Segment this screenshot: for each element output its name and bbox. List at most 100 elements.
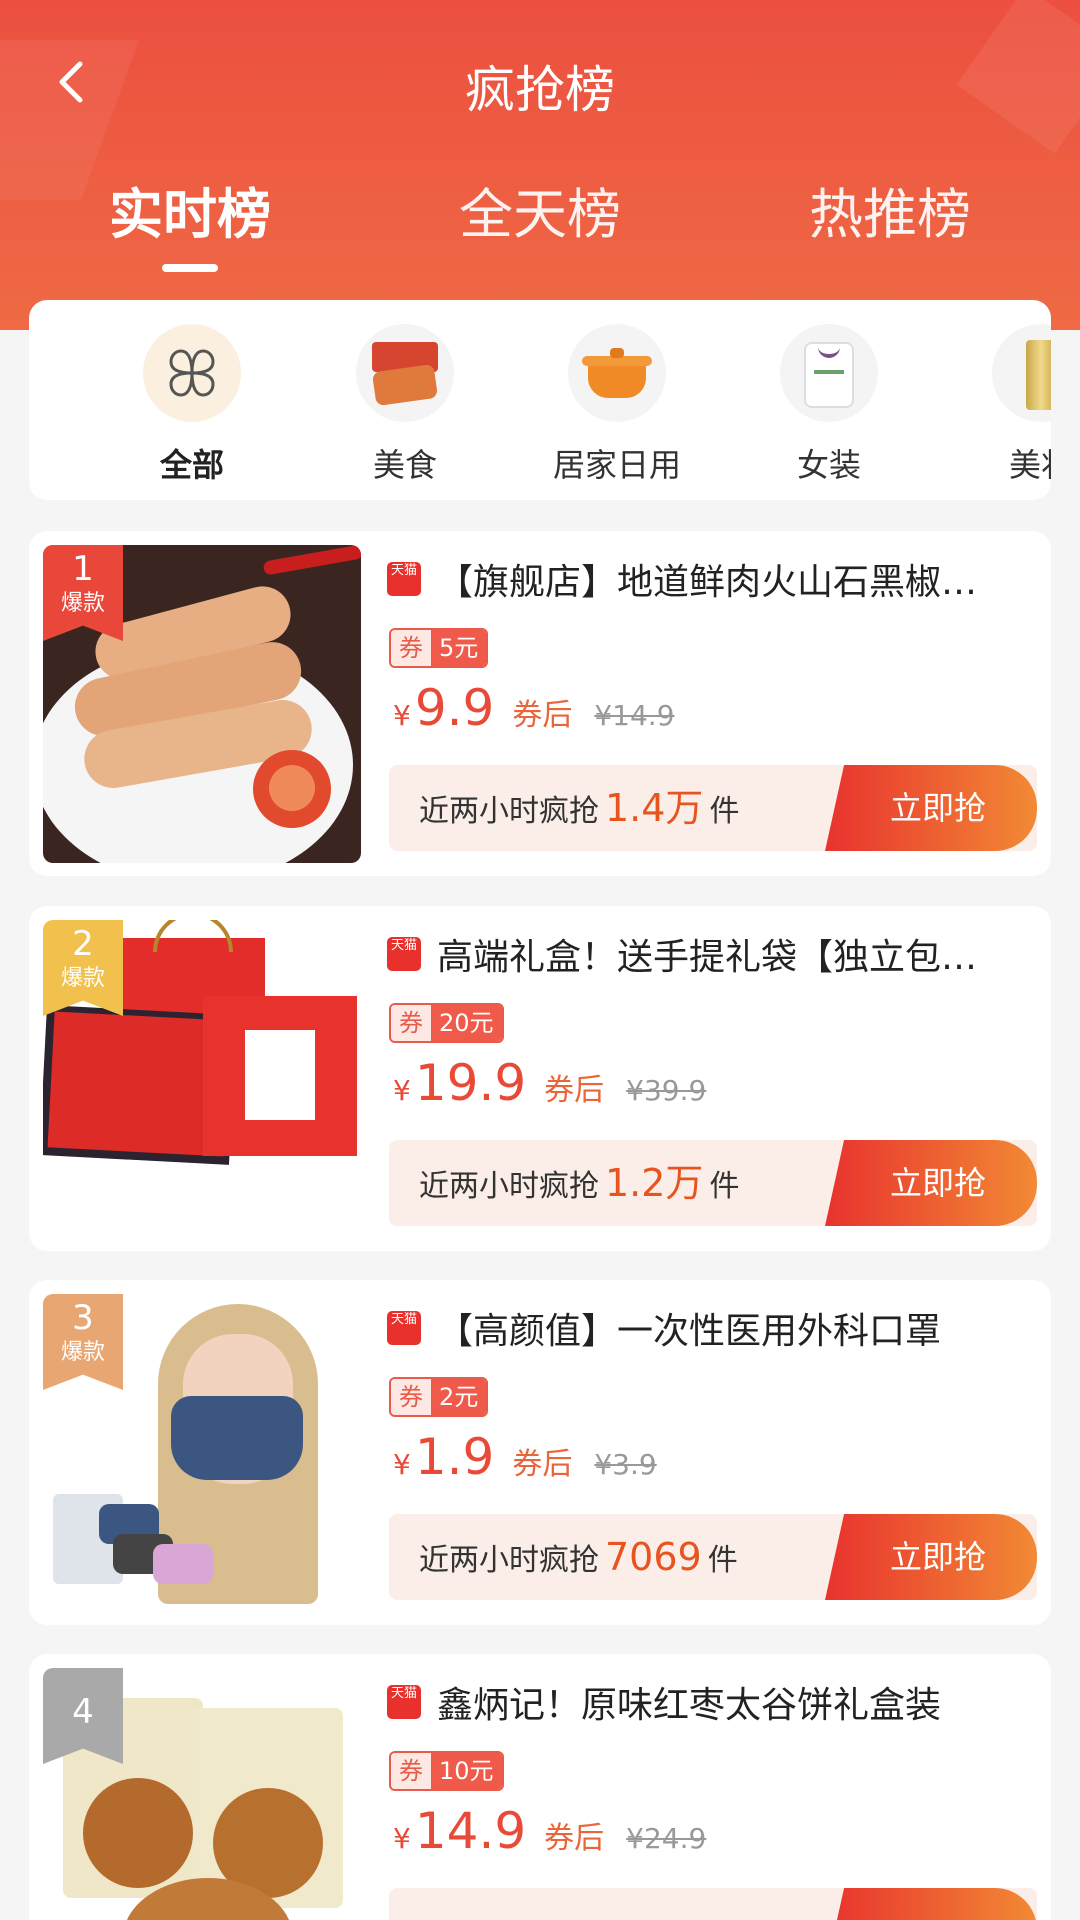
category-beauty[interactable]: 美妆 (941, 324, 1051, 486)
sales-bar: 近两小时疯抢 1.2万件 立即抢 (389, 1140, 1037, 1226)
sales-bar: 近两小时疯抢 1.4万件 立即抢 (389, 765, 1037, 851)
category-label: 美食 (372, 446, 437, 484)
tab-active-indicator (162, 264, 218, 272)
rank-number: 3 (72, 1298, 94, 1338)
product-image-face-mask[interactable]: 3 爆款 (43, 1294, 361, 1612)
coupon-label: 券 (391, 1379, 431, 1415)
price-row: ¥ 14.9 券后 ¥24.9 (393, 1802, 706, 1868)
rank-number: 2 (72, 924, 94, 964)
after-coupon-label: 券后 (512, 698, 573, 733)
sweater-icon (780, 324, 878, 422)
header-banner: 疯抢榜 实时榜 全天榜 热推榜 (0, 0, 1080, 330)
original-price: ¥39.9 (626, 1074, 707, 1107)
buy-now-button[interactable]: 立即抢 (825, 1514, 1037, 1600)
price-row: ¥ 19.9 券后 ¥39.9 (393, 1054, 706, 1120)
rank-badge: 2 爆款 (43, 920, 123, 1016)
sales-info: 近两小时疯抢 1.2万件 (419, 1140, 739, 1226)
tab-hot-recommend[interactable]: 热推榜 (740, 170, 1040, 249)
sales-info: 近两小时疯抢 1.4万件 (419, 765, 739, 851)
category-womens-clothing[interactable]: 女装 (729, 324, 929, 486)
tmall-badge-icon: 天猫 (387, 1685, 421, 1719)
product-card-3[interactable]: 3 爆款 天猫 【高颜值】一次性医用外科口罩 券 2元 ¥ 1.9 券后 ¥3.… (29, 1280, 1051, 1625)
original-price: ¥24.9 (626, 1822, 707, 1855)
product-image-gift-box[interactable]: 2 爆款 (43, 920, 361, 1238)
price-row: ¥ 9.9 券后 ¥14.9 (393, 679, 675, 745)
product-card-4[interactable]: 4 天猫 鑫炳记！原味红枣太谷饼礼盒装 券 10元 ¥ 14.9 券后 ¥24.… (29, 1654, 1051, 1920)
rank-tag: 爆款 (60, 966, 105, 991)
original-price: ¥3.9 (594, 1448, 657, 1481)
tab-realtime[interactable]: 实时榜 (40, 170, 340, 272)
product-title[interactable]: 【旗舰店】地道鲜肉火山石黑椒… (437, 553, 977, 605)
category-all[interactable]: 全部 (92, 324, 292, 486)
buy-now-button[interactable]: 立即抢 (825, 1140, 1037, 1226)
coupon-price: 14.9 (414, 1802, 527, 1860)
category-household[interactable]: 居家日用 (517, 324, 717, 486)
coupon-value: 5元 (431, 630, 487, 666)
product-title[interactable]: 【高颜值】一次性医用外科口罩 (437, 1302, 941, 1354)
coupon-label: 券 (391, 1753, 431, 1789)
coupon-price: 19.9 (414, 1054, 527, 1112)
currency-symbol: ¥ (393, 1074, 411, 1107)
rank-tag: 爆款 (60, 1340, 105, 1365)
coupon-value: 10元 (431, 1753, 502, 1789)
tab-label: 热推榜 (809, 183, 971, 246)
rank-badge: 1 爆款 (43, 545, 123, 641)
coupon-value: 20元 (431, 1005, 502, 1041)
original-price: ¥14.9 (594, 699, 675, 732)
coupon-badge: 券 5元 (389, 628, 489, 668)
product-title-row: 天猫 【旗舰店】地道鲜肉火山石黑椒… (387, 551, 1037, 607)
sales-prefix: 近两小时疯抢 (419, 1169, 599, 1204)
coupon-badge: 券 2元 (389, 1377, 489, 1417)
after-coupon-label: 券后 (544, 1821, 605, 1856)
category-food[interactable]: 美食 (305, 324, 505, 486)
coupon-label: 券 (391, 630, 431, 666)
sales-unit: 件 (709, 1169, 740, 1204)
product-title[interactable]: 高端礼盒！送手提礼袋【独立包… (437, 928, 977, 980)
after-coupon-label: 券后 (512, 1447, 573, 1482)
coupon-badge: 券 10元 (389, 1751, 504, 1791)
rank-number: 4 (72, 1692, 94, 1732)
sales-count: 1.4万 (605, 786, 704, 830)
sales-unit: 件 (709, 794, 740, 829)
currency-symbol: ¥ (393, 1448, 411, 1481)
sales-unit: 件 (707, 1543, 738, 1578)
rank-badge: 3 爆款 (43, 1294, 123, 1390)
pot-icon (568, 324, 666, 422)
category-label: 全部 (159, 446, 224, 484)
category-bar: 全部 美食 居家日用 女装 美妆 (29, 300, 1051, 500)
product-title-row: 天猫 鑫炳记！原味红枣太谷饼礼盒装 (387, 1674, 1037, 1730)
sales-count: 1.2万 (605, 1161, 704, 1205)
sales-info: 近两小时疯抢 7069 件 (419, 1514, 738, 1600)
category-label: 美妆 (1008, 446, 1051, 484)
tab-all-day[interactable]: 全天榜 (390, 170, 690, 249)
sales-bar (389, 1888, 1037, 1920)
rank-tag: 爆款 (60, 591, 105, 616)
coupon-price: 9.9 (414, 679, 495, 737)
buy-now-button[interactable]: 立即抢 (825, 765, 1037, 851)
buy-now-button[interactable] (825, 1888, 1037, 1920)
currency-symbol: ¥ (393, 1822, 411, 1855)
product-image-cake[interactable]: 4 (43, 1668, 361, 1920)
currency-symbol: ¥ (393, 699, 411, 732)
category-label: 居家日用 (552, 446, 681, 484)
food-icon (356, 324, 454, 422)
coupon-value: 2元 (431, 1379, 487, 1415)
product-image-sausage[interactable]: 1 爆款 (43, 545, 361, 863)
product-title-row: 天猫 高端礼盒！送手提礼袋【独立包… (387, 926, 1037, 982)
sales-prefix: 近两小时疯抢 (419, 1543, 599, 1578)
product-title-row: 天猫 【高颜值】一次性医用外科口罩 (387, 1300, 1037, 1356)
product-title[interactable]: 鑫炳记！原味红枣太谷饼礼盒装 (437, 1676, 941, 1728)
product-card-1[interactable]: 1 爆款 天猫 【旗舰店】地道鲜肉火山石黑椒… 券 5元 ¥ 9.9 券后 ¥1… (29, 531, 1051, 876)
tab-label: 全天榜 (459, 183, 621, 246)
rank-number: 1 (72, 549, 94, 589)
product-card-2[interactable]: 2 爆款 天猫 高端礼盒！送手提礼袋【独立包… 券 20元 ¥ 19.9 券后 … (29, 906, 1051, 1251)
tmall-badge-icon: 天猫 (387, 937, 421, 971)
tmall-badge-icon: 天猫 (387, 1311, 421, 1345)
coupon-price: 1.9 (414, 1428, 495, 1486)
category-label: 女装 (796, 446, 861, 484)
coupon-label: 券 (391, 1005, 431, 1041)
tab-label: 实时榜 (109, 183, 271, 246)
coupon-badge: 券 20元 (389, 1003, 504, 1043)
sales-count: 7069 (605, 1535, 702, 1579)
sales-bar: 近两小时疯抢 7069 件 立即抢 (389, 1514, 1037, 1600)
